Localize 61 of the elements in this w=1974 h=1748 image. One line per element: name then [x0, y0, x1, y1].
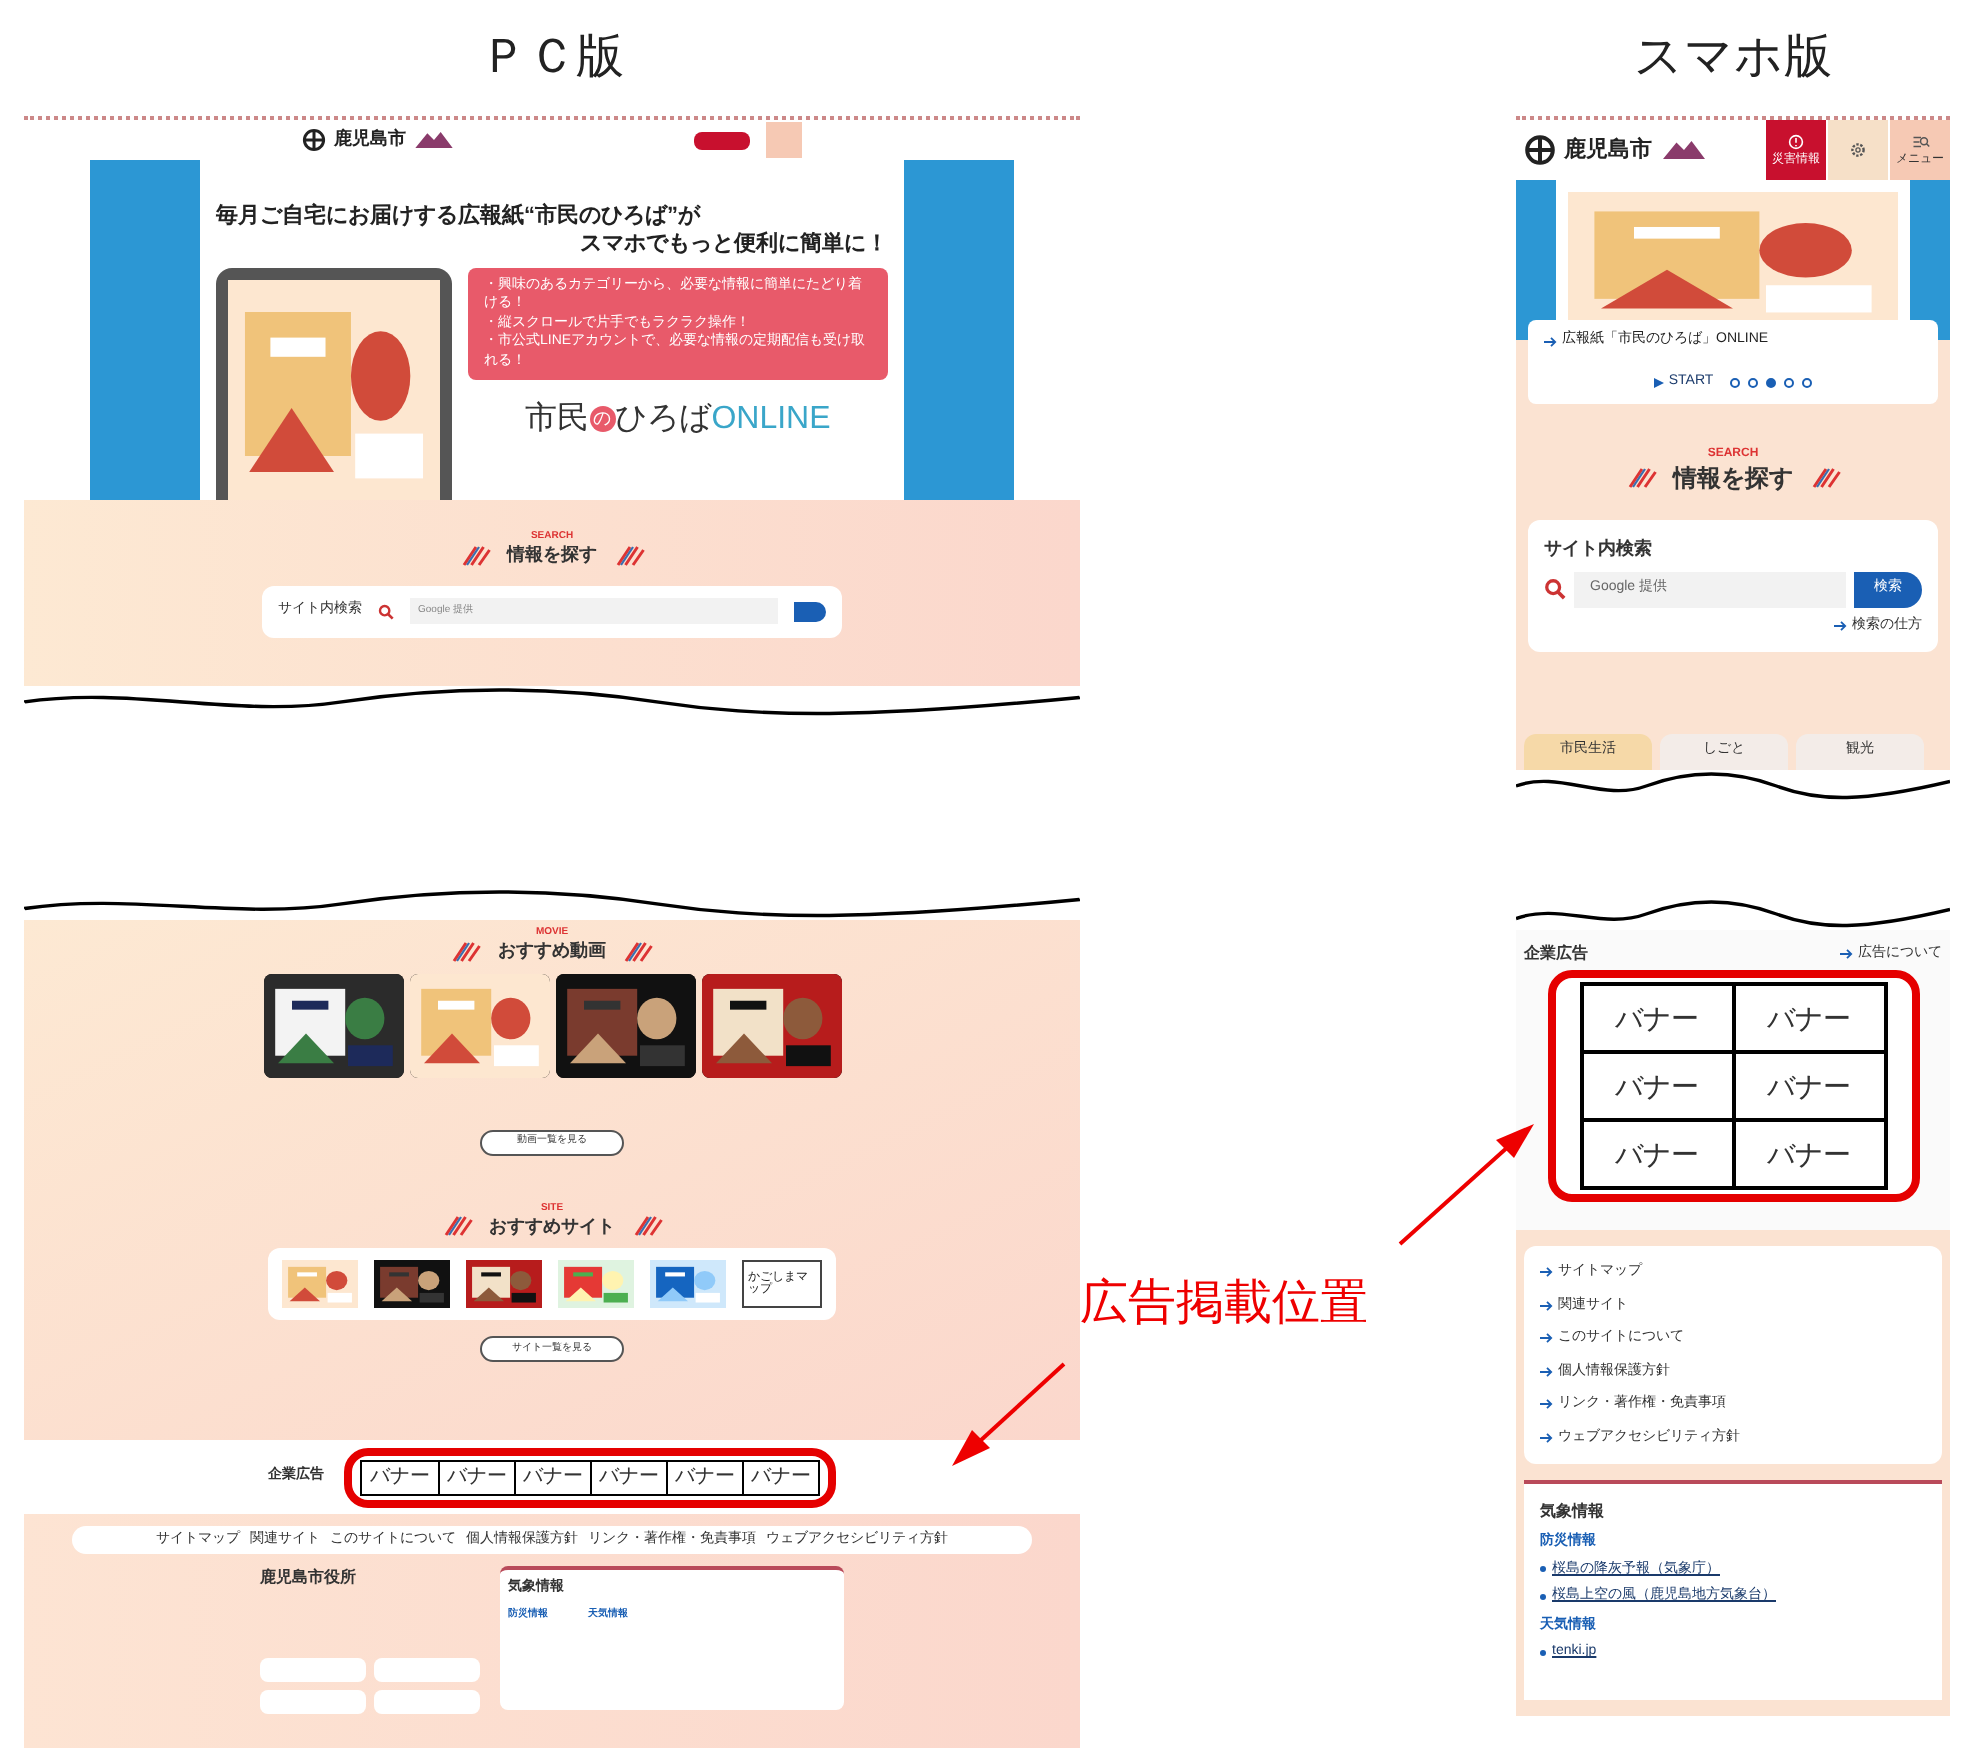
- banner-slot: バナー: [1581, 1052, 1733, 1120]
- arrow-icon: [1540, 1398, 1554, 1411]
- gear-icon: [1850, 142, 1866, 158]
- search-button[interactable]: [794, 601, 826, 621]
- arrow-icon: [1540, 1299, 1554, 1312]
- bullet-icon: [1540, 1593, 1546, 1600]
- arrow-icon: [1540, 1266, 1554, 1279]
- arrow-icon: [1540, 1431, 1554, 1444]
- section-title: おすすめ動画: [498, 938, 606, 964]
- arrow-icon: [1540, 1332, 1554, 1345]
- arrow-icon: [1540, 1365, 1554, 1378]
- slashes-icon: [1625, 466, 1657, 490]
- section-title: おすすめサイト: [489, 1213, 615, 1240]
- version-label: スマホ版: [1634, 30, 1832, 88]
- slashes-icon: [631, 1214, 663, 1239]
- annotation-label: 広告掲載位置: [1080, 1275, 1368, 1334]
- arrow-icon: [1840, 948, 1854, 960]
- search-icon: [1544, 578, 1566, 600]
- bullet-icon: [1540, 1566, 1546, 1573]
- banner-slot: バナー: [1733, 984, 1885, 1052]
- section-title: 情報を探す: [1673, 462, 1793, 496]
- banner-slot: バナー: [666, 1461, 742, 1493]
- slashes-icon: [459, 543, 491, 568]
- menu-icon: [1911, 134, 1929, 150]
- banner-slot: バナー: [1733, 1052, 1885, 1120]
- city-emblem-icon: [302, 128, 326, 152]
- arrow-icon: [1544, 335, 1558, 347]
- slashes-icon: [450, 939, 482, 964]
- version-label: ＰＣ版: [480, 30, 624, 88]
- office-name: 鹿児島市役所: [260, 1566, 358, 1590]
- banner-slot: バナー: [1581, 1120, 1733, 1188]
- banner-slot: バナー: [362, 1461, 438, 1493]
- arrow: [1398, 1124, 1534, 1246]
- city-logo-text: 鹿児島市: [334, 126, 406, 153]
- ads-title: 企業広告: [1524, 942, 1588, 966]
- section-title: 情報を探す: [507, 542, 597, 568]
- arrow: [952, 1362, 1066, 1466]
- slashes-icon: [1809, 466, 1841, 490]
- weather-title: 気象情報: [1540, 1500, 1606, 1524]
- banner-slot: バナー: [1733, 1120, 1885, 1188]
- slashes-icon: [622, 939, 654, 964]
- mountain-logo-icon: [1660, 138, 1708, 162]
- play-icon: [1654, 378, 1665, 388]
- banner-slot: バナー: [1581, 984, 1733, 1052]
- search-icon: [378, 603, 394, 619]
- alert-icon: [1788, 134, 1804, 150]
- mountain-logo-icon: [414, 128, 454, 152]
- banner-slot: バナー: [590, 1461, 666, 1493]
- slashes-icon: [613, 543, 645, 568]
- slashes-icon: [441, 1214, 473, 1239]
- hero-headline: スマホでもっと便利に簡単に！: [580, 231, 888, 259]
- banner-slot: バナー: [742, 1461, 818, 1493]
- banner-slot: バナー: [514, 1461, 590, 1493]
- city-emblem-icon: [1524, 134, 1556, 166]
- hero-headline: 毎月ご自宅にお届けする広報紙“市民のひろば”が: [216, 204, 703, 232]
- arrow-icon: [1834, 619, 1848, 632]
- banner-slot: バナー: [438, 1461, 514, 1493]
- city-logo-text: 鹿児島市: [1564, 135, 1652, 166]
- alert-button[interactable]: [694, 131, 750, 149]
- search-label: サイト内検索: [1544, 536, 1654, 562]
- bullet-icon: [1540, 1649, 1546, 1656]
